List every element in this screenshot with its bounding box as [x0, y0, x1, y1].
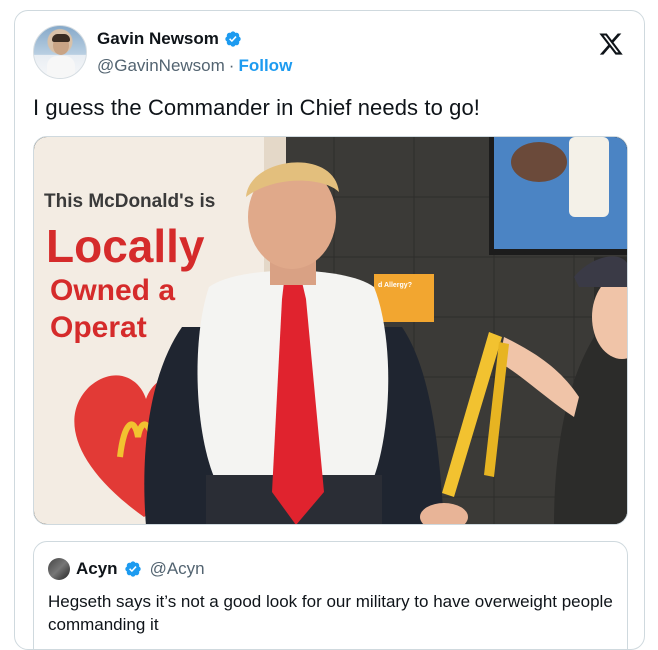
- handle-separator: ·: [228, 56, 235, 75]
- media-scene: This McDonald's is Locally Owned a Opera…: [34, 137, 627, 524]
- quoted-author-handle[interactable]: @Acyn: [150, 559, 205, 579]
- x-logo-icon[interactable]: [598, 31, 624, 57]
- sign-line-3: Owned a: [50, 274, 175, 307]
- author-handle-row: @GavinNewsom · Follow: [97, 56, 292, 76]
- verified-badge-icon: [124, 561, 141, 577]
- verified-badge-icon: [225, 31, 241, 47]
- tweet-text: I guess the Commander in Chief needs to …: [33, 95, 480, 120]
- sign-line-4: Operat: [50, 311, 147, 344]
- author-avatar[interactable]: [33, 25, 87, 79]
- tweet-media-image[interactable]: This McDonald's is Locally Owned a Opera…: [33, 136, 628, 525]
- quoted-author-avatar[interactable]: [48, 558, 70, 580]
- tweet-card: Gavin Newsom @GavinNewsom · Follow I gue…: [14, 10, 645, 650]
- follow-button[interactable]: Follow: [238, 56, 292, 76]
- author-display-name[interactable]: Gavin Newsom: [97, 29, 219, 49]
- tweet-header: Gavin Newsom @GavinNewsom · Follow: [33, 25, 626, 81]
- quoted-tweet-header: Acyn @Acyn: [48, 558, 205, 580]
- quoted-tweet[interactable]: Acyn @Acyn Hegseth says it’s not a good …: [33, 541, 628, 649]
- sign-line-1: This McDonald's is: [44, 191, 215, 212]
- author-handle[interactable]: @GavinNewsom: [97, 56, 225, 76]
- sign-line-2: Locally: [46, 220, 205, 272]
- quoted-author-name[interactable]: Acyn: [76, 559, 118, 579]
- author-name-row: Gavin Newsom: [97, 29, 242, 49]
- allergy-notice-text: d Allergy?: [378, 282, 412, 289]
- quoted-tweet-text: Hegseth says it’s not a good look for ou…: [48, 592, 613, 634]
